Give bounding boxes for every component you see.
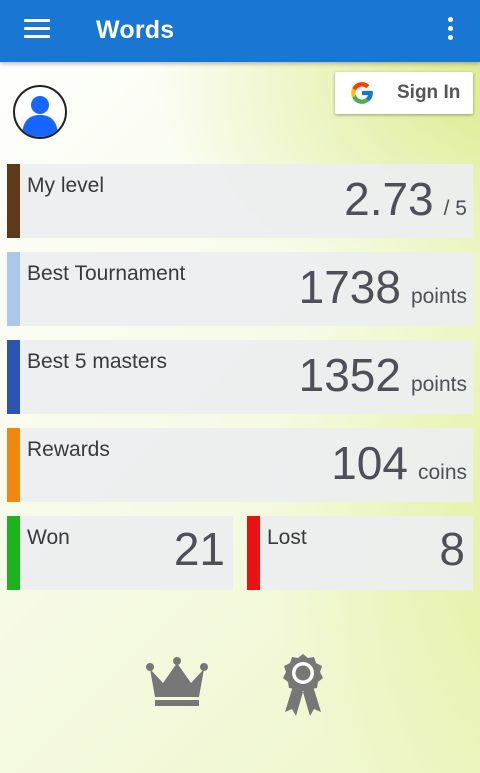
stat-label: Best 5 masters [27, 350, 168, 373]
crown-icon[interactable] [146, 655, 208, 707]
stat-card-won[interactable]: Won 21 [7, 516, 233, 590]
color-bar [7, 428, 20, 502]
stat-unit: coins [417, 461, 467, 484]
stat-number: 1738 [298, 261, 401, 313]
stat-label: My level [27, 174, 105, 197]
stat-value: 8 [439, 522, 465, 576]
stat-value: 2.73 / 5 [344, 172, 467, 226]
stat-value: 1738 points [299, 260, 467, 314]
overflow-menu-icon[interactable] [440, 17, 460, 45]
stat-unit: / 5 [443, 197, 467, 220]
stat-number: 104 [331, 437, 408, 489]
color-bar [7, 252, 20, 326]
color-bar [7, 516, 20, 590]
stat-value: 1352 points [299, 348, 467, 402]
color-bar [7, 164, 20, 238]
stat-card-best-5-masters[interactable]: Best 5 masters 1352 points [7, 340, 473, 414]
stat-unit: points [410, 285, 467, 308]
stat-card-rewards[interactable]: Rewards 104 coins [7, 428, 473, 502]
stat-card-lost[interactable]: Lost 8 [247, 516, 473, 590]
sign-in-label: Sign In [397, 82, 461, 103]
stat-card-my-level[interactable]: My level 2.73 / 5 [7, 164, 473, 238]
app-bar: Words [0, 0, 480, 62]
stat-label: Best Tournament [27, 262, 186, 285]
app-title: Words [96, 16, 175, 44]
hamburger-menu-icon[interactable] [24, 19, 50, 41]
stat-label: Won [27, 526, 70, 549]
stat-label: Rewards [27, 438, 110, 461]
stat-number: 21 [173, 523, 225, 575]
stat-value: 21 [174, 522, 225, 576]
award-ribbon-icon[interactable] [278, 652, 328, 718]
color-bar [7, 340, 20, 414]
stat-value: 104 coins [331, 436, 467, 490]
stat-number: 8 [439, 523, 465, 575]
stat-number: 2.73 [344, 173, 434, 225]
user-avatar-icon[interactable] [13, 85, 67, 139]
stat-number: 1352 [298, 349, 401, 401]
stat-label: Lost [267, 526, 307, 549]
stat-unit: points [410, 373, 467, 396]
google-g-icon [351, 82, 373, 104]
google-sign-in-button[interactable]: Sign In [335, 72, 473, 114]
stat-card-best-tournament[interactable]: Best Tournament 1738 points [7, 252, 473, 326]
color-bar [247, 516, 260, 590]
